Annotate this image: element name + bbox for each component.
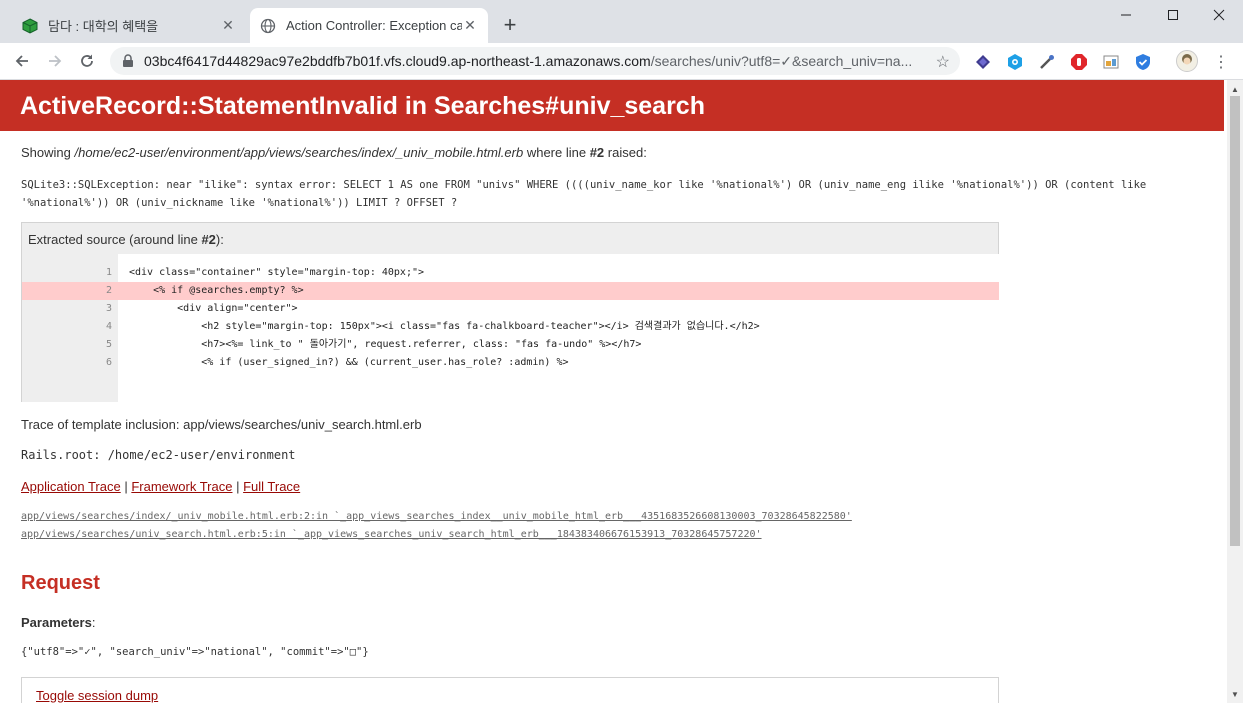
request-heading: Request: [21, 572, 100, 594]
line-number: 6: [105, 357, 112, 368]
source-label-line: #2: [201, 232, 216, 247]
code-line: <% if (user_signed_in?) && (current_user…: [129, 357, 569, 368]
trace-lines: app/views/searches/index/_univ_mobile.ht…: [21, 508, 852, 544]
showing-suffix: raised:: [604, 145, 647, 160]
error-message: SQLite3::SQLException: near "ilike": syn…: [21, 179, 1147, 209]
parameters-label-text: Parameters: [21, 615, 92, 630]
page-content: ActiveRecord::StatementInvalid in Search…: [0, 80, 1227, 703]
line-number: 4: [105, 321, 112, 332]
layers-icon[interactable]: [974, 53, 992, 71]
source-label-suffix: ):: [215, 232, 224, 247]
trace-separator: |: [232, 479, 244, 494]
parameters-value: {"utf8"=>"✓", "search_univ"=>"national",…: [21, 646, 369, 658]
trace-inclusion: Trace of template inclusion: app/views/s…: [21, 417, 422, 432]
tab-title: Action Controller: Exception cau: [286, 18, 462, 33]
star-icon[interactable]: ☆: [936, 52, 950, 72]
tab-damda[interactable]: 담다 : 대학의 혜택을 ✕: [12, 8, 246, 43]
trace-line[interactable]: app/views/searches/univ_search.html.erb:…: [21, 526, 852, 544]
maximize-icon[interactable]: [1150, 0, 1196, 30]
shield-icon[interactable]: [1134, 53, 1152, 71]
line-number: 2: [22, 282, 118, 300]
reload-icon[interactable]: [73, 47, 101, 75]
tab-strip: 담다 : 대학의 혜택을 ✕ Action Controller: Except…: [0, 0, 1243, 43]
browser-toolbar: 03bc4f6417d44829ac97e2bddfb7b01f.vfs.clo…: [0, 43, 1243, 80]
error-header: ActiveRecord::StatementInvalid in Search…: [0, 80, 1224, 131]
tab-action-controller[interactable]: Action Controller: Exception cau ✕: [250, 8, 488, 43]
code-line-highlighted: <% if @searches.empty? %>: [118, 282, 999, 300]
scroll-up-icon[interactable]: ▲: [1227, 82, 1243, 96]
menu-dots-icon[interactable]: ⋮: [1212, 53, 1230, 71]
framework-trace-link[interactable]: Framework Trace: [131, 479, 232, 494]
scroll-down-icon[interactable]: ▼: [1227, 687, 1243, 701]
line-number: 1: [105, 267, 112, 278]
avatar[interactable]: [1176, 50, 1198, 72]
showing-line: Showing /home/ec2-user/environment/app/v…: [21, 145, 647, 160]
lock-icon: [120, 54, 136, 68]
back-arrow-icon[interactable]: [8, 47, 36, 75]
showing-mid: where line: [523, 145, 590, 160]
url-path: /searches/univ?utf8=✓&search_univ=na...: [650, 52, 913, 69]
source-label-prefix: Extracted source (around line: [28, 232, 202, 247]
scrollbar-thumb[interactable]: [1230, 96, 1240, 546]
source-label: Extracted source (around line #2):: [28, 232, 224, 247]
application-trace-link[interactable]: Application Trace: [21, 479, 121, 494]
code-line: <div class="container" style="margin-top…: [129, 267, 425, 278]
session-dump-box: Toggle session dump: [21, 677, 999, 703]
rails-root: Rails.root: /home/ec2-user/environment: [21, 448, 296, 462]
adblock-icon[interactable]: [1070, 53, 1088, 71]
showing-prefix: Showing: [21, 145, 75, 160]
extracted-source: Extracted source (around line #2): 1 2 3…: [21, 222, 999, 402]
image-icon[interactable]: [1102, 53, 1120, 71]
trace-tabs: Application Trace | Framework Trace | Fu…: [21, 479, 300, 494]
parameters-label: Parameters:: [21, 615, 95, 630]
trace-line[interactable]: app/views/searches/index/_univ_mobile.ht…: [21, 508, 852, 526]
code-line: <div align="center">: [129, 303, 298, 314]
line-number: 5: [105, 339, 112, 350]
code-line: <h2 style="margin-top: 150px"><i class="…: [129, 321, 760, 332]
close-icon[interactable]: ✕: [220, 17, 236, 34]
line-number: 3: [105, 303, 112, 314]
trace-separator: |: [120, 479, 132, 494]
globe-icon: [260, 18, 276, 34]
parameters-colon: :: [91, 615, 96, 630]
vertical-scrollbar[interactable]: ▲ ▼: [1227, 80, 1243, 703]
page-title: ActiveRecord::StatementInvalid in Search…: [20, 92, 705, 120]
eyedropper-icon[interactable]: [1038, 53, 1056, 71]
source-code: <div class="container" style="margin-top…: [118, 254, 999, 402]
template-path: /home/ec2-user/environment/app/views/sea…: [74, 145, 524, 160]
new-tab-button[interactable]: +: [498, 12, 522, 37]
line-numbers: 1 2 3 4 5 6: [22, 254, 118, 402]
close-icon[interactable]: ✕: [462, 17, 478, 34]
line-number: #2: [589, 145, 605, 160]
address-bar[interactable]: 03bc4f6417d44829ac97e2bddfb7b01f.vfs.clo…: [110, 47, 960, 75]
toggle-session-dump-link[interactable]: Toggle session dump: [36, 688, 158, 703]
code-line: <h7><%= link_to " 돌아가기", request.referre…: [129, 339, 642, 350]
url-host: 03bc4f6417d44829ac97e2bddfb7b01f.vfs.clo…: [144, 52, 651, 69]
forward-arrow-icon[interactable]: [41, 47, 69, 75]
tab-title: 담다 : 대학의 혜택을: [48, 19, 159, 34]
eye-icon[interactable]: [1006, 53, 1024, 71]
minimize-icon[interactable]: [1103, 0, 1149, 30]
window-close-icon[interactable]: [1196, 0, 1242, 30]
full-trace-link[interactable]: Full Trace: [243, 479, 300, 494]
green-cube-icon: [22, 17, 38, 34]
